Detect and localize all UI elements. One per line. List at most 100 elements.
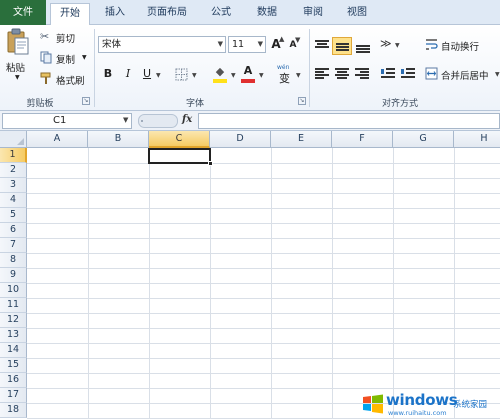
column-header-h[interactable]: H <box>454 131 500 148</box>
orientation-button[interactable]: ≫ ▼ <box>380 37 402 53</box>
row-header-4[interactable]: 4 <box>0 193 27 208</box>
align-left-icon[interactable] <box>314 66 330 82</box>
column-header-b[interactable]: B <box>88 131 149 148</box>
windows-logo-icon <box>363 394 383 414</box>
gridline <box>27 298 500 299</box>
row-header-1[interactable]: 1 <box>0 148 27 163</box>
row-header-2[interactable]: 2 <box>0 163 27 178</box>
worksheet-grid[interactable]: A B C D E F G H 1 2 3 4 5 6 7 8 9 10 11 … <box>0 131 500 419</box>
italic-button[interactable]: I <box>120 66 136 82</box>
decrease-indent-icon[interactable] <box>380 66 396 82</box>
merge-center-button[interactable]: 合并后居中 ▼ <box>425 66 500 82</box>
font-name-combo[interactable]: 宋体 ▼ <box>98 36 226 53</box>
cut-label: 剪切 <box>56 34 76 45</box>
formula-bar-divider-icon <box>138 114 178 128</box>
align-top-icon[interactable] <box>314 38 330 54</box>
row-header-6[interactable]: 6 <box>0 223 27 238</box>
wrap-text-icon <box>426 39 438 50</box>
copy-button[interactable]: 复制 ▼ <box>40 51 90 66</box>
borders-dropdown-icon[interactable]: ▼ <box>192 72 197 79</box>
font-size-value: 11 <box>232 39 245 50</box>
row-header-10[interactable]: 10 <box>0 283 27 298</box>
tab-review[interactable]: 审阅 <box>296 3 330 25</box>
insert-function-button[interactable]: fx <box>182 114 192 125</box>
group-divider <box>94 29 95 107</box>
borders-icon[interactable] <box>175 68 188 81</box>
orientation-dropdown-icon[interactable]: ▼ <box>395 42 400 49</box>
row-header-18[interactable]: 18 <box>0 403 27 418</box>
tab-formulas[interactable]: 公式 <box>204 3 238 25</box>
column-header-c[interactable]: C <box>149 131 210 148</box>
font-size-combo[interactable]: 11 ▼ <box>228 36 266 53</box>
font-launcher-icon[interactable]: ↘ <box>298 97 306 105</box>
gridline <box>27 193 500 194</box>
align-middle-button[interactable] <box>332 37 352 55</box>
tab-file[interactable]: 文件 <box>0 0 46 25</box>
row-header-11[interactable]: 11 <box>0 298 27 313</box>
shrink-font-arrow-icon: ▼ <box>295 36 301 44</box>
row-header-12[interactable]: 12 <box>0 313 27 328</box>
bold-button[interactable]: B <box>100 66 116 82</box>
gridline <box>27 253 500 254</box>
paste-dropdown-icon[interactable]: ▼ <box>15 74 20 81</box>
formula-bar: C1 ▼ fx <box>0 111 500 131</box>
cut-button[interactable]: ✂ 剪切 <box>40 30 82 45</box>
name-box[interactable]: C1 <box>2 113 132 129</box>
gridline <box>27 343 500 344</box>
merge-center-icon <box>425 67 438 80</box>
increase-indent-icon[interactable] <box>400 66 416 82</box>
column-header-d[interactable]: D <box>210 131 271 148</box>
copy-dropdown-icon[interactable]: ▼ <box>82 54 87 61</box>
fill-color-dropdown-icon[interactable]: ▼ <box>231 72 236 79</box>
tab-page-layout[interactable]: 页面布局 <box>140 3 194 25</box>
underline-button[interactable]: U <box>139 66 155 82</box>
clipboard-launcher-icon[interactable]: ↘ <box>82 97 90 105</box>
active-cell-c1[interactable] <box>148 148 211 164</box>
row-header-5[interactable]: 5 <box>0 208 27 223</box>
underline-dropdown-icon[interactable]: ▼ <box>156 72 161 79</box>
group-divider <box>309 29 310 107</box>
tab-insert[interactable]: 插入 <box>98 3 132 25</box>
row-header-3[interactable]: 3 <box>0 178 27 193</box>
tab-data[interactable]: 数据 <box>250 3 284 25</box>
merge-center-label: 合并后居中 <box>441 71 489 82</box>
gridline <box>27 208 500 209</box>
font-color-button[interactable]: A <box>240 64 258 83</box>
wrap-text-button[interactable]: 自动换行 <box>425 37 497 53</box>
phonetic-button[interactable]: wén 变 <box>276 64 296 85</box>
row-header-16[interactable]: 16 <box>0 373 27 388</box>
fill-color-button[interactable]: ◆ <box>212 65 230 83</box>
row-header-7[interactable]: 7 <box>0 238 27 253</box>
tab-home[interactable]: 开始 <box>50 3 90 26</box>
font-color-dropdown-icon[interactable]: ▼ <box>259 72 264 79</box>
column-header-e[interactable]: E <box>271 131 332 148</box>
row-header-9[interactable]: 9 <box>0 268 27 283</box>
group-label-alignment: 对齐方式 <box>381 99 418 109</box>
font-size-dropdown-icon[interactable]: ▼ <box>258 37 263 52</box>
name-box-dropdown-icon[interactable]: ▼ <box>123 116 128 124</box>
select-all-button[interactable] <box>0 131 27 148</box>
tab-view[interactable]: 视图 <box>340 3 374 25</box>
row-header-17[interactable]: 17 <box>0 388 27 403</box>
paste-button[interactable]: 粘贴 ▼ <box>4 28 32 90</box>
format-painter-button[interactable]: 格式刷 <box>40 72 90 87</box>
column-header-f[interactable]: F <box>332 131 393 148</box>
merge-center-dropdown-icon[interactable]: ▼ <box>495 71 500 78</box>
align-center-icon[interactable] <box>334 66 350 82</box>
column-header-g[interactable]: G <box>393 131 454 148</box>
row-header-14[interactable]: 14 <box>0 343 27 358</box>
font-name-dropdown-icon[interactable]: ▼ <box>218 37 223 52</box>
row-header-15[interactable]: 15 <box>0 358 27 373</box>
column-header-a[interactable]: A <box>27 131 88 148</box>
ribbon-tab-bar: 文件 开始 插入 页面布局 公式 数据 审阅 视图 <box>0 0 500 26</box>
fill-handle[interactable] <box>208 161 213 166</box>
formula-input[interactable] <box>198 113 500 129</box>
row-header-8[interactable]: 8 <box>0 253 27 268</box>
align-bottom-icon[interactable] <box>355 38 371 54</box>
phonetic-dropdown-icon[interactable]: ▼ <box>296 72 301 79</box>
gridline <box>27 163 500 164</box>
row-header-13[interactable]: 13 <box>0 328 27 343</box>
gridline <box>27 223 500 224</box>
align-right-icon[interactable] <box>354 66 370 82</box>
gridline <box>27 313 500 314</box>
